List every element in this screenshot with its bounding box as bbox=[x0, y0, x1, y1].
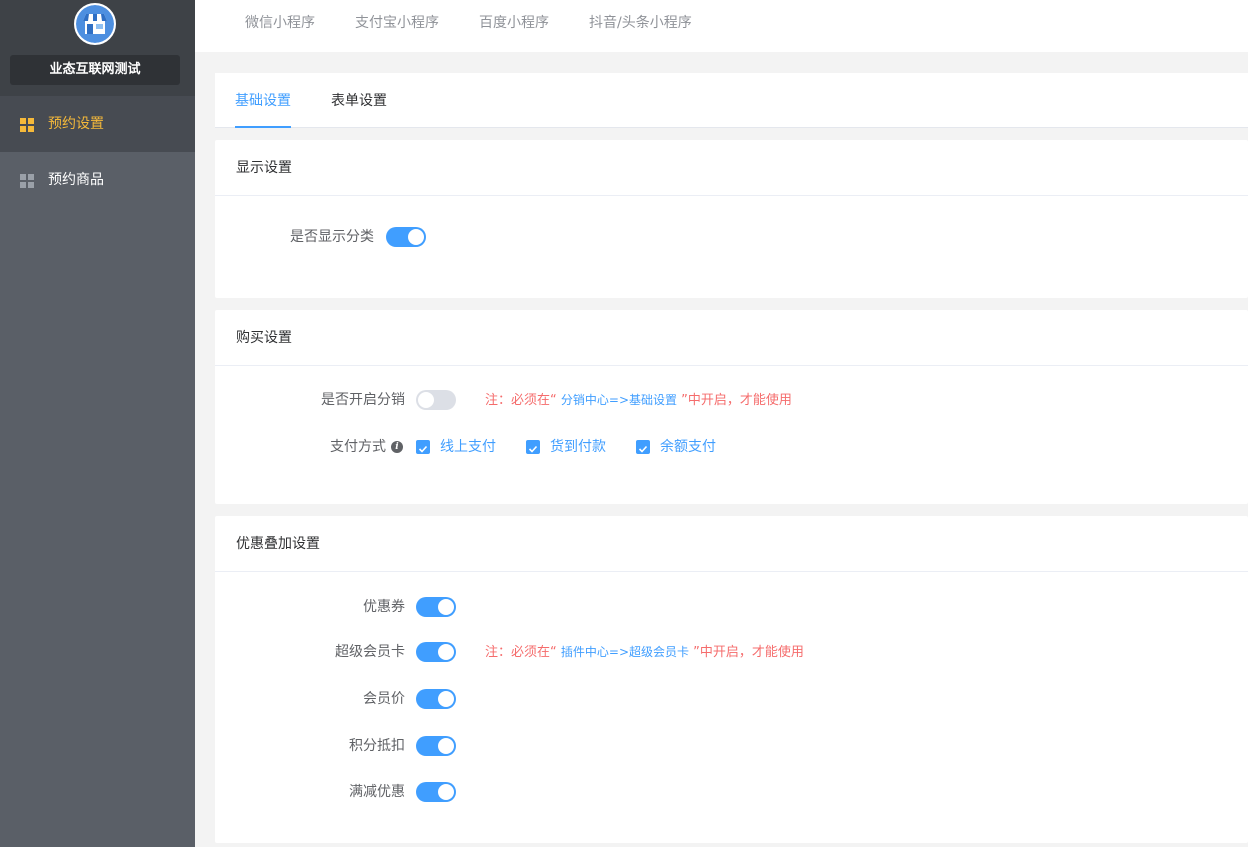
tab-baidu-miniprogram[interactable]: 百度小程序 bbox=[479, 0, 549, 46]
super-card-switch[interactable] bbox=[416, 642, 456, 662]
sidebar-item-label: 预约商品 bbox=[48, 172, 104, 188]
discount-settings-card: 优惠叠加设置 优惠券 超级会员卡 注：必须在“ 插件中心=>超级会员卡 ”中开启… bbox=[215, 516, 1248, 843]
payment-balance-checkbox[interactable]: 余额支付 bbox=[636, 435, 716, 459]
form-row: 超级会员卡 注：必须在“ 插件中心=>超级会员卡 ”中开启，才能使用 bbox=[215, 640, 1248, 664]
form-label: 优惠券 bbox=[363, 599, 405, 615]
distribution-note: 注：必须在“ 分销中心=>基础设置 ”中开启，才能使用 bbox=[485, 393, 792, 408]
form-label: 是否显示分类 bbox=[290, 229, 374, 245]
tab-douyin-miniprogram[interactable]: 抖音/头条小程序 bbox=[589, 0, 692, 46]
form-label: 会员价 bbox=[363, 691, 405, 707]
form-label: 超级会员卡 bbox=[335, 644, 405, 660]
shop-name: 业态互联网测试 bbox=[10, 55, 180, 85]
form-row: 满减优惠 bbox=[215, 780, 1248, 804]
form-row: 会员价 bbox=[215, 687, 1248, 711]
sidebar-item-booking-settings[interactable]: 预约设置 bbox=[0, 96, 195, 152]
payment-online-checkbox[interactable]: 线上支付 bbox=[416, 435, 496, 459]
form-label: 是否开启分销 bbox=[321, 392, 405, 408]
distribution-switch[interactable] bbox=[416, 390, 456, 410]
tab-alipay-miniprogram[interactable]: 支付宝小程序 bbox=[355, 0, 439, 46]
grid-icon bbox=[20, 174, 34, 188]
super-card-note: 注：必须在“ 插件中心=>超级会员卡 ”中开启，才能使用 bbox=[485, 645, 804, 660]
settings-tabs: 基础设置 表单设置 bbox=[215, 73, 1248, 128]
card-title: 优惠叠加设置 bbox=[215, 516, 1248, 572]
card-title: 显示设置 bbox=[215, 140, 1248, 196]
form-row: 优惠券 bbox=[215, 595, 1248, 619]
form-label: 满减优惠 bbox=[349, 784, 405, 800]
sidebar: 业态互联网测试 预约设置 预约商品 bbox=[0, 0, 195, 847]
sidebar-item-booking-goods[interactable]: 预约商品 bbox=[0, 152, 195, 208]
tab-wechat-miniprogram[interactable]: 微信小程序 bbox=[245, 0, 315, 46]
check-icon bbox=[526, 440, 540, 454]
check-icon bbox=[416, 440, 430, 454]
form-label: 积分抵扣 bbox=[349, 738, 405, 754]
shop-logo-icon bbox=[74, 3, 116, 45]
platform-tabs: 微信小程序 支付宝小程序 百度小程序 抖音/头条小程序 bbox=[195, 0, 1248, 52]
sidebar-header: 业态互联网测试 bbox=[0, 0, 195, 96]
payment-cod-checkbox[interactable]: 货到付款 bbox=[526, 435, 606, 459]
tab-basic-settings[interactable]: 基础设置 bbox=[235, 73, 291, 128]
plugin-center-link[interactable]: 插件中心=>超级会员卡 bbox=[561, 645, 689, 659]
coupon-switch[interactable] bbox=[416, 597, 456, 617]
grid-icon bbox=[20, 118, 34, 132]
form-row: 是否开启分销 注：必须在“ 分销中心=>基础设置 ”中开启，才能使用 bbox=[215, 388, 1248, 412]
points-switch[interactable] bbox=[416, 736, 456, 756]
form-row: 是否显示分类 bbox=[215, 225, 1248, 249]
check-icon bbox=[636, 440, 650, 454]
distribution-center-link[interactable]: 分销中心=>基础设置 bbox=[561, 393, 677, 407]
member-price-switch[interactable] bbox=[416, 689, 456, 709]
info-icon[interactable]: i bbox=[391, 441, 403, 453]
purchase-settings-card: 购买设置 是否开启分销 注：必须在“ 分销中心=>基础设置 ”中开启，才能使用 … bbox=[215, 310, 1248, 504]
tab-form-settings[interactable]: 表单设置 bbox=[331, 73, 387, 128]
card-title: 购买设置 bbox=[215, 310, 1248, 366]
form-row: 积分抵扣 bbox=[215, 734, 1248, 758]
display-settings-card: 显示设置 是否显示分类 bbox=[215, 140, 1248, 298]
form-row: 支付方式 i 线上支付 货到付款 余额支付 bbox=[215, 435, 1248, 459]
full-reduction-switch[interactable] bbox=[416, 782, 456, 802]
form-label: 支付方式 bbox=[330, 439, 386, 455]
show-category-switch[interactable] bbox=[386, 227, 426, 247]
sidebar-item-label: 预约设置 bbox=[48, 116, 104, 132]
active-tab-indicator bbox=[235, 126, 291, 128]
